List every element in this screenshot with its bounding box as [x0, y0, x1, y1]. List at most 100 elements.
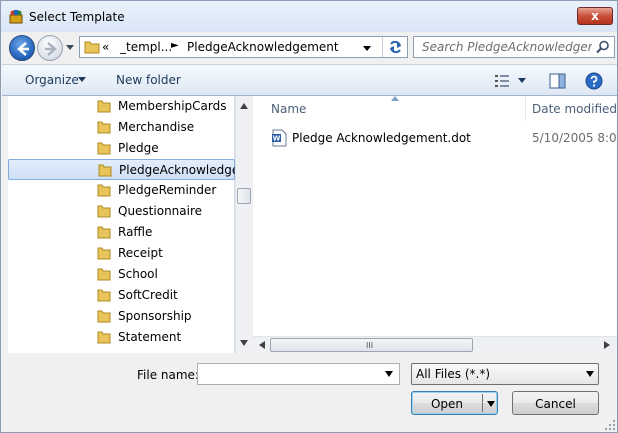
- horizontal-scrollbar-thumb[interactable]: III: [270, 338, 473, 352]
- open-button-label: Open: [430, 397, 464, 411]
- tree-item[interactable]: PledgeAcknowledgement: [8, 159, 236, 180]
- cancel-button[interactable]: Cancel: [512, 391, 599, 415]
- tree-item[interactable]: Sponsorship: [8, 306, 235, 327]
- file-list-pane: Name Date modified W Pledge Acknowledgem…: [253, 96, 617, 353]
- file-name: Pledge Acknowledgement.dot: [292, 131, 471, 145]
- app-icon: [9, 10, 23, 24]
- forward-arrow-icon: [45, 42, 57, 56]
- file-row[interactable]: W Pledge Acknowledgement.dot 5/10/2005 8…: [271, 129, 617, 149]
- search-icon[interactable]: [596, 40, 610, 54]
- refresh-icon: [390, 40, 401, 54]
- address-separator-arrow[interactable]: ►: [171, 40, 179, 51]
- tree-item-label: PledgeReminder: [118, 183, 217, 197]
- file-name-field[interactable]: [197, 363, 400, 385]
- folder-icon: [98, 164, 112, 177]
- folder-icon: [97, 205, 111, 218]
- search-input[interactable]: Search PledgeAcknowledgement: [422, 40, 592, 54]
- file-list-horizontal-scrollbar[interactable]: III: [253, 336, 617, 353]
- tree-item[interactable]: Pledge: [8, 138, 235, 159]
- close-icon: x: [591, 9, 599, 23]
- tree-item-label: Questionnaire: [118, 204, 203, 218]
- tree-item[interactable]: PledgeReminder: [8, 180, 235, 201]
- address-segment-current[interactable]: PledgeAcknowledgement: [187, 40, 339, 54]
- scrollbar-thumb[interactable]: [237, 188, 251, 204]
- tree-item[interactable]: Statement: [8, 327, 235, 348]
- tree-item-label: PledgeAcknowledgement: [119, 163, 236, 177]
- folder-icon: [97, 100, 111, 113]
- word-document-icon: W: [272, 129, 287, 147]
- file-type-select[interactable]: All Files (*.*): [411, 363, 599, 385]
- address-bar[interactable]: « _templ... ► PledgeAcknowledgement: [79, 36, 408, 58]
- open-split-divider: [482, 394, 483, 412]
- tree-item-label: SoftCredit: [118, 288, 178, 302]
- column-divider[interactable]: [525, 97, 526, 121]
- tree-item-label: MembershipCards: [118, 99, 227, 113]
- file-name-label: File name:: [137, 368, 199, 382]
- column-header-date-modified[interactable]: Date modified: [532, 102, 617, 116]
- tree-item[interactable]: School: [8, 264, 235, 285]
- views-dropdown-icon[interactable]: [518, 78, 526, 84]
- folder-icon: [97, 142, 111, 155]
- open-options-dropdown-icon[interactable]: [487, 401, 495, 407]
- folder-icon: [97, 268, 111, 281]
- file-type-value: All Files (*.*): [416, 367, 491, 381]
- resize-grip-icon[interactable]: [604, 419, 616, 431]
- scroll-down-icon[interactable]: [240, 340, 248, 346]
- navigation-scrollbar[interactable]: [235, 96, 252, 353]
- select-template-dialog: Select Template x « _templ... ► PledgeAc…: [0, 0, 618, 433]
- file-date-modified: 5/10/2005 8:03 PM: [532, 131, 617, 145]
- tree-item[interactable]: Raffle: [8, 222, 235, 243]
- preview-pane-icon[interactable]: [549, 73, 566, 89]
- command-toolbar: Organize New folder: [2, 64, 617, 96]
- tree-item[interactable]: Questionnaire: [8, 201, 235, 222]
- folder-icon: [97, 121, 111, 134]
- tree-item[interactable]: Receipt: [8, 243, 235, 264]
- sort-indicator-icon: [391, 96, 399, 101]
- open-button[interactable]: Open: [411, 391, 498, 415]
- search-box[interactable]: Search PledgeAcknowledgement: [413, 36, 615, 58]
- folder-icon: [97, 226, 111, 239]
- recent-pages-dropdown-icon[interactable]: [65, 41, 75, 53]
- organize-dropdown-icon[interactable]: [78, 77, 86, 83]
- address-overflow-chevron[interactable]: «: [102, 40, 109, 54]
- forward-button[interactable]: [37, 35, 63, 61]
- folder-icon: [84, 41, 100, 54]
- tree-item-label: Receipt: [118, 246, 163, 260]
- file-type-dropdown-icon[interactable]: [586, 371, 594, 377]
- folder-icon: [97, 184, 111, 197]
- new-folder-button[interactable]: New folder: [116, 73, 181, 87]
- tree-item-label: Raffle: [118, 225, 153, 239]
- refresh-button[interactable]: [382, 37, 407, 57]
- address-dropdown-icon[interactable]: [360, 41, 374, 55]
- title-bar: Select Template x: [1, 1, 617, 32]
- tree-item[interactable]: MembershipCards: [8, 96, 235, 117]
- back-button[interactable]: [9, 35, 35, 61]
- tree-item[interactable]: SoftCredit: [8, 285, 235, 306]
- close-button[interactable]: x: [577, 7, 613, 25]
- scrollbar-grip: III: [366, 341, 374, 350]
- tree-item-label: Pledge: [118, 141, 159, 155]
- tree-item-label: Sponsorship: [118, 309, 192, 323]
- views-icon[interactable]: [494, 74, 510, 88]
- address-segment-templates[interactable]: _templ...: [120, 40, 172, 54]
- tree-item[interactable]: Merchandise: [8, 117, 235, 138]
- file-name-dropdown-icon[interactable]: [385, 371, 393, 377]
- organize-button[interactable]: Organize: [25, 73, 79, 87]
- svg-text:W: W: [273, 135, 281, 143]
- tree-item-label: School: [118, 267, 158, 281]
- cancel-button-label: Cancel: [535, 397, 576, 411]
- help-icon[interactable]: [585, 72, 603, 90]
- back-arrow-icon: [17, 42, 29, 56]
- navigation-pane: MembershipCards Merchandise Pledge PledgeAc…: [8, 96, 236, 353]
- folder-icon: [97, 247, 111, 260]
- column-header-name[interactable]: Name: [271, 102, 306, 116]
- tree-item-label: Statement: [118, 330, 182, 344]
- window-title: Select Template: [29, 10, 125, 24]
- folder-icon: [97, 310, 111, 323]
- scroll-up-icon[interactable]: [240, 103, 248, 109]
- folder-icon: [97, 289, 111, 302]
- scroll-left-icon[interactable]: [259, 341, 265, 349]
- tree-item-label: Merchandise: [118, 120, 195, 134]
- folder-icon: [97, 331, 111, 344]
- scroll-right-icon[interactable]: [604, 341, 610, 349]
